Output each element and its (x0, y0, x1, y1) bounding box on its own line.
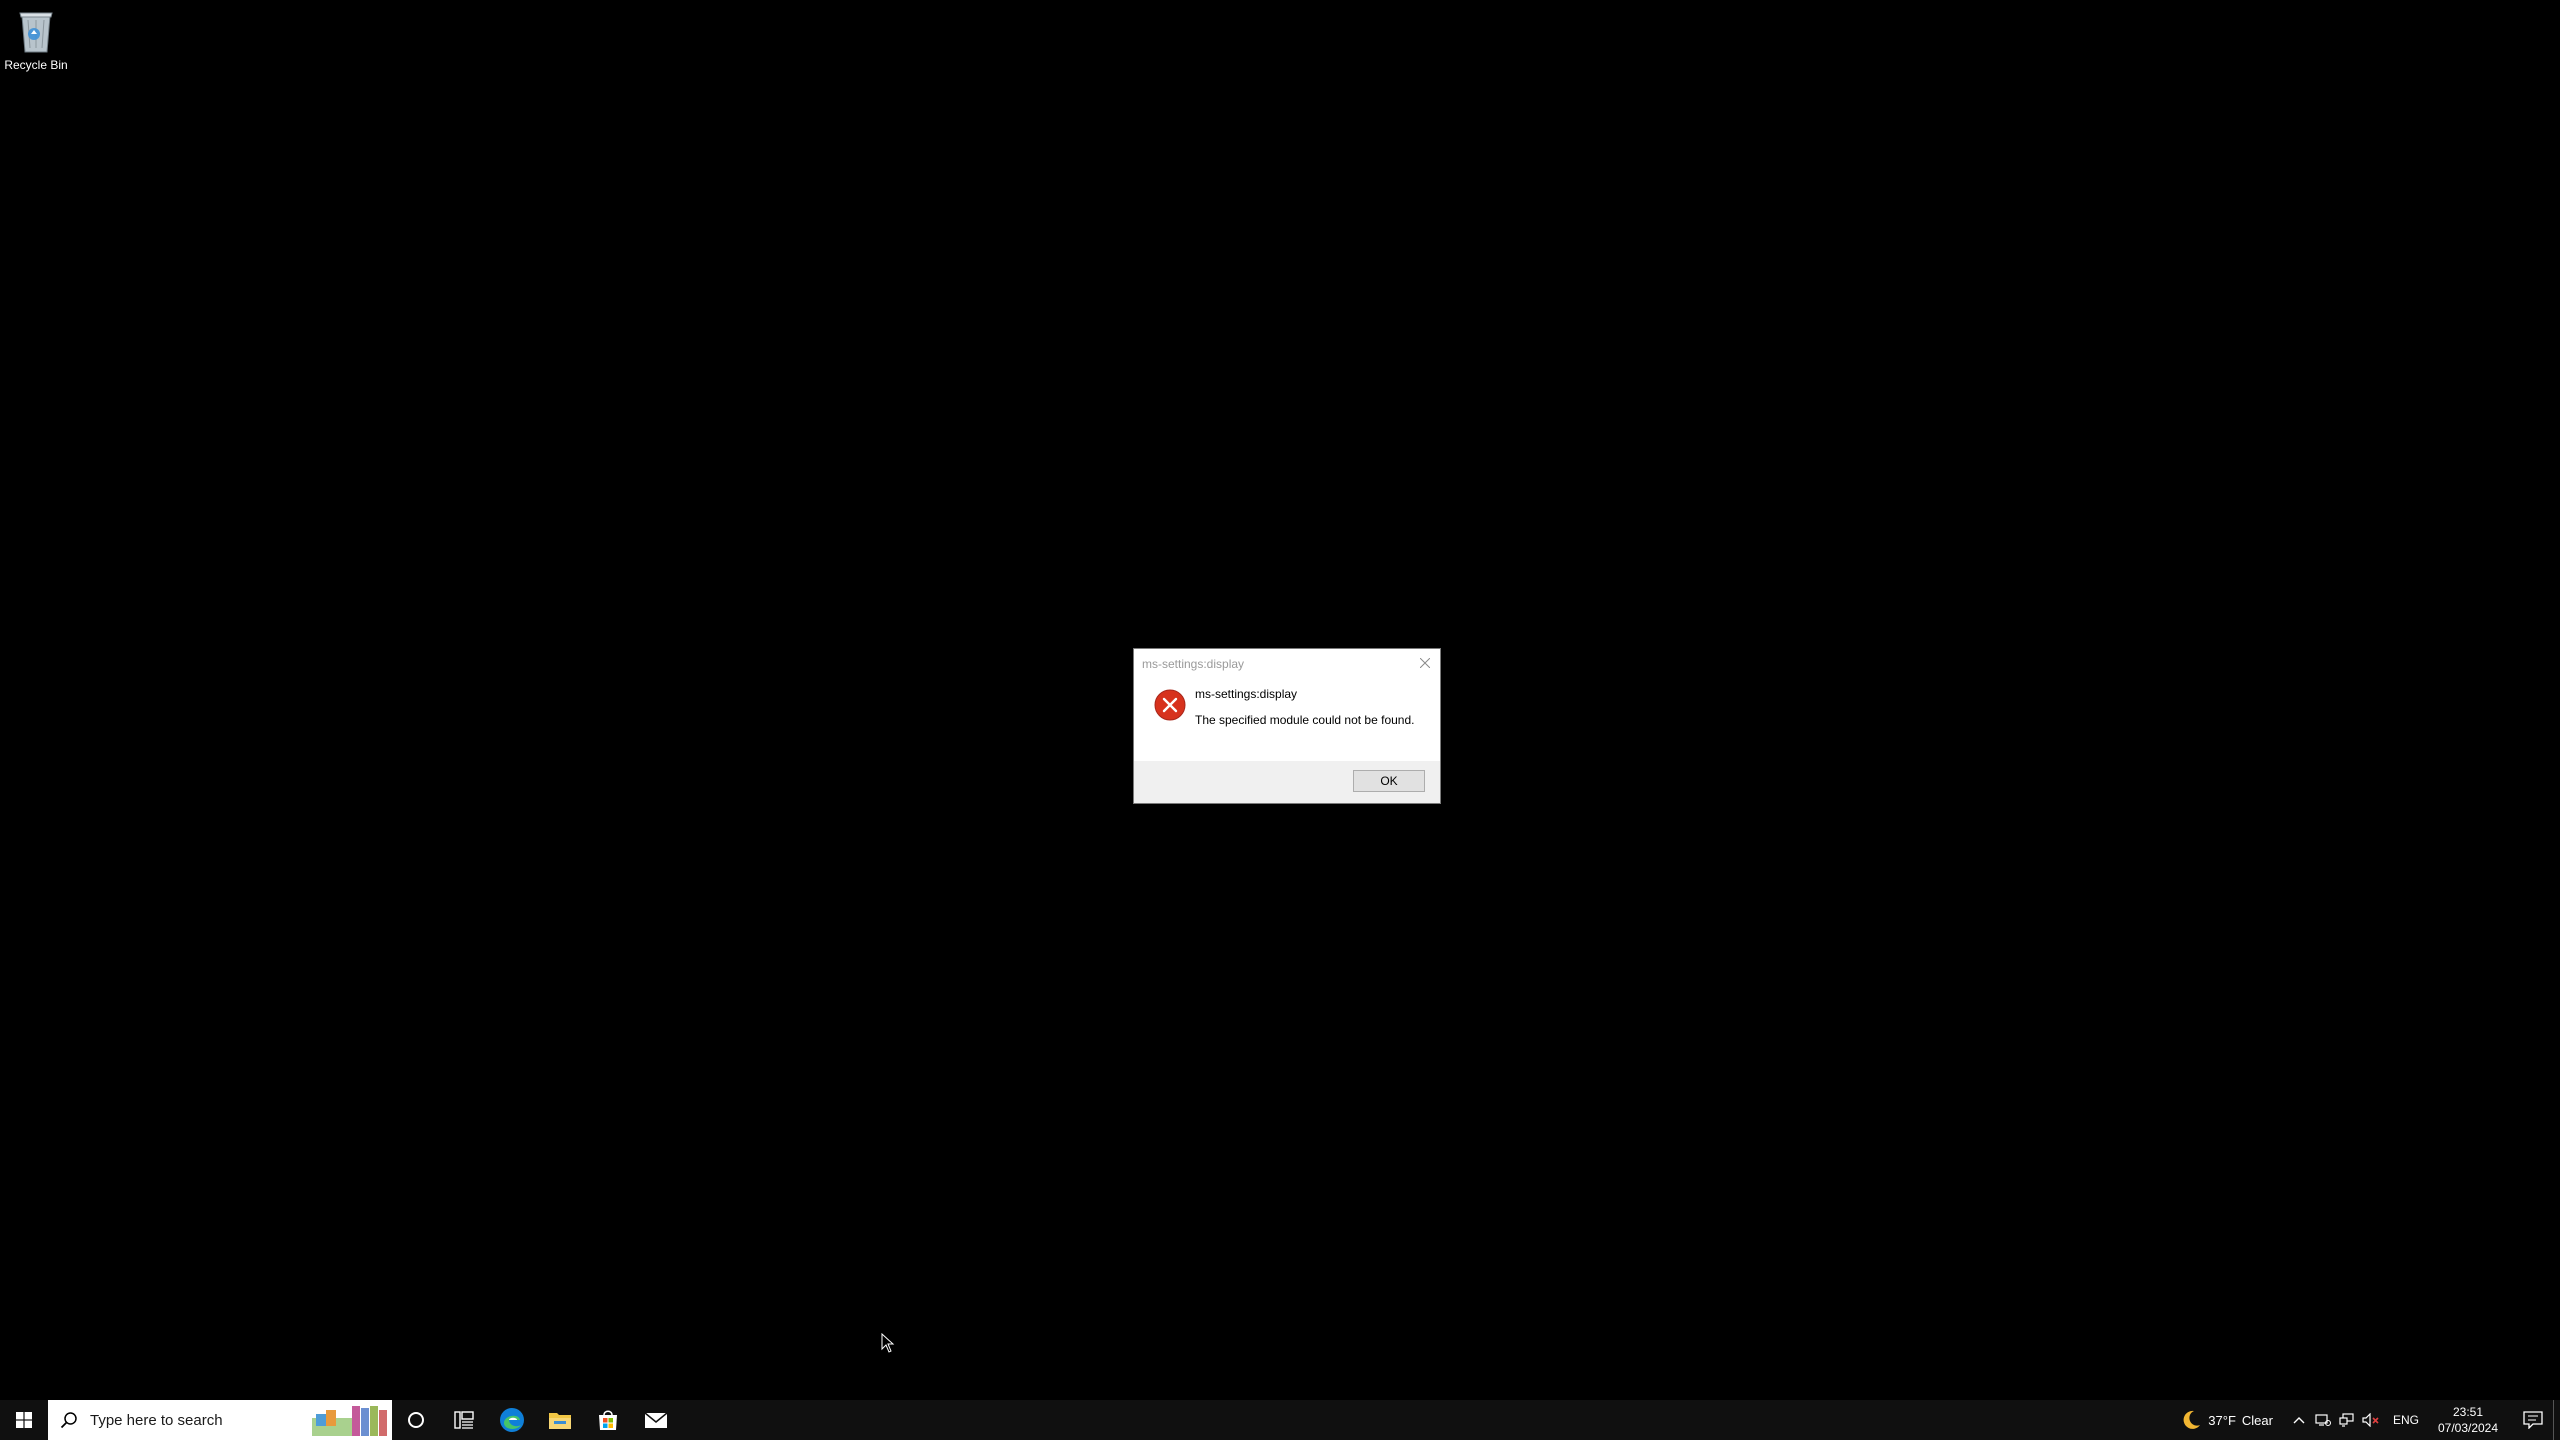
recycle-bin-shortcut[interactable]: Recycle Bin (4, 6, 68, 76)
recycle-bin-icon (19, 12, 53, 53)
dialog-footer: OK (1134, 761, 1440, 803)
show-hidden-icons-button[interactable] (2287, 1400, 2311, 1440)
file-explorer-icon (549, 1413, 571, 1429)
search-input[interactable] (88, 1410, 292, 1430)
task-view-button[interactable] (440, 1400, 488, 1440)
dialog-heading: ms-settings:display (1195, 687, 1298, 701)
device-icon (2315, 1414, 2331, 1426)
cortana-icon (408, 1412, 424, 1428)
dialog-body: ms-settings:display The specified module… (1134, 679, 1440, 759)
windows-logo-icon (16, 1412, 32, 1428)
task-view-icon (454, 1411, 474, 1429)
search-highlight-icon (312, 1406, 387, 1436)
clock[interactable]: 23:51 07/03/2024 (2433, 1404, 2503, 1436)
dialog-title: ms-settings:display (1142, 657, 1245, 671)
system-tray: 37°F Clear ENG 23:51 07/03/2024 (2180, 1400, 2560, 1440)
search-icon (60, 1412, 77, 1429)
mouse-cursor-icon (881, 1333, 895, 1353)
taskbar-file-explorer[interactable] (536, 1400, 584, 1440)
chevron-up-icon (2293, 1417, 2305, 1424)
error-icon (1154, 689, 1186, 721)
moon-icon (2183, 1410, 2201, 1429)
store-icon (599, 1410, 617, 1430)
desktop: Recycle Bin ms-settings:display ms-setti… (0, 0, 2560, 1400)
taskbar-mail[interactable] (632, 1400, 680, 1440)
recycle-bin-label: Recycle Bin (4, 58, 68, 72)
error-dialog: ms-settings:display ms-settings:display … (1133, 648, 1441, 804)
tray-network-button[interactable] (2335, 1400, 2359, 1440)
show-desktop-button[interactable] (2553, 1400, 2560, 1440)
cortana-button[interactable] (392, 1400, 440, 1440)
tray-device-button[interactable] (2311, 1400, 2335, 1440)
clock-time: 23:51 (2452, 1405, 2484, 1419)
taskbar-edge[interactable] (488, 1400, 536, 1440)
tray-volume-button[interactable] (2359, 1400, 2383, 1440)
edge-icon (500, 1408, 524, 1432)
close-icon (1420, 658, 1430, 668)
dialog-message: The specified module could not be found. (1195, 713, 1415, 727)
start-button[interactable] (0, 1400, 48, 1440)
ok-button[interactable]: OK (1353, 770, 1425, 792)
mail-icon (644, 1412, 668, 1428)
network-icon (2339, 1413, 2354, 1427)
weather-temp: 37°F (2208, 1412, 2236, 1428)
taskbar-store[interactable] (584, 1400, 632, 1440)
weather-widget[interactable]: 37°F Clear (2180, 1409, 2273, 1431)
volume-muted-icon (2362, 1413, 2379, 1427)
dialog-titlebar[interactable]: ms-settings:display (1134, 649, 1440, 679)
action-center-button[interactable] (2513, 1400, 2553, 1440)
language-indicator[interactable]: ENG (2393, 1413, 2419, 1427)
weather-condition: Clear (2241, 1412, 2273, 1428)
taskbar-search[interactable] (48, 1400, 392, 1440)
taskbar: 37°F Clear (0, 1400, 2560, 1440)
close-button[interactable] (1410, 649, 1440, 677)
clock-date: 07/03/2024 (2437, 1421, 2499, 1435)
notification-icon (2523, 1411, 2543, 1429)
